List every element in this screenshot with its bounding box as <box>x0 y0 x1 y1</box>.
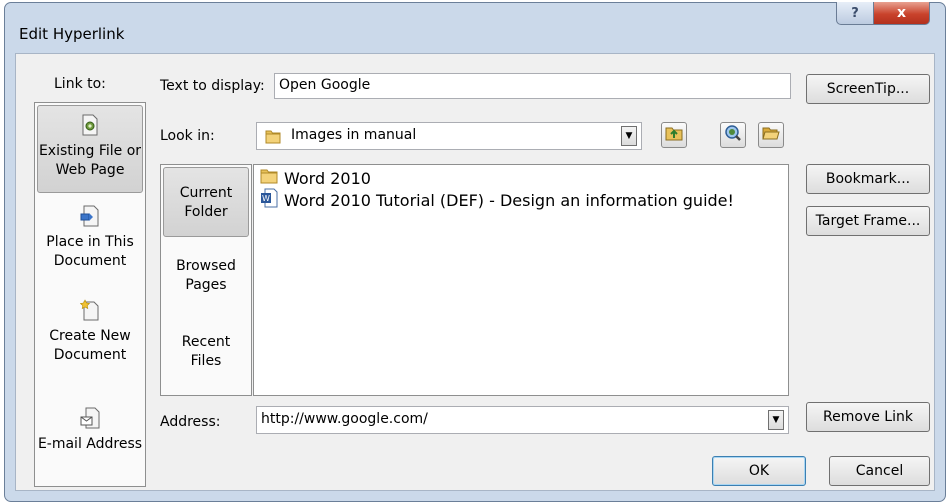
open-folder-icon <box>762 124 780 146</box>
address-dropdown-arrow[interactable]: ▼ <box>768 410 784 430</box>
link-to-email-address[interactable]: E-mail Address <box>37 403 143 463</box>
file-name: Word 2010 Tutorial (DEF) - Design an inf… <box>284 190 734 210</box>
address-value: http://www.google.com/ <box>261 411 428 427</box>
browse-web-button[interactable] <box>720 122 746 148</box>
file-name: Word 2010 <box>284 168 371 188</box>
close-button[interactable]: x <box>873 2 930 25</box>
link-to-existing-file-label2: Web Page <box>55 162 125 178</box>
look-in-label: Look in: <box>160 128 215 144</box>
up-one-folder-button[interactable] <box>661 122 687 148</box>
place-recent-files[interactable]: Recent Files <box>163 333 249 377</box>
help-button[interactable]: ? <box>836 2 874 25</box>
place-recent-files-label1: Recent <box>181 334 231 350</box>
place-in-document-icon <box>37 199 143 233</box>
bookmark-button[interactable]: Bookmark... <box>806 164 930 194</box>
text-to-display-input[interactable]: Open Google <box>274 73 791 99</box>
link-to-create-new-document-label2: Document <box>53 347 127 363</box>
link-to-create-new-document-label1: Create New <box>49 328 131 344</box>
address-input[interactable]: http://www.google.com/ ▼ <box>256 406 789 434</box>
place-current-folder[interactable]: Current Folder <box>163 167 249 237</box>
link-to-place-in-document-label2: Document <box>53 253 127 269</box>
place-current-folder-label1: Current <box>179 185 233 201</box>
browse-file-button[interactable] <box>758 122 784 148</box>
places-bar: Current Folder Browsed Pages Recent File… <box>160 164 252 396</box>
place-browsed-pages-label1: Browsed <box>176 258 236 274</box>
edit-hyperlink-dialog: Edit Hyperlink ? x Link to: Existing Fil… <box>4 2 946 502</box>
link-to-create-new-document[interactable]: Create New Document <box>37 293 143 373</box>
up-folder-icon <box>665 124 683 146</box>
link-to-place-in-document-label1: Place in This <box>46 234 134 250</box>
ok-button[interactable]: OK <box>712 456 806 486</box>
folder-icon <box>265 128 281 148</box>
link-to-existing-file[interactable]: Existing File or Web Page <box>37 105 143 193</box>
link-to-existing-file-label1: Existing File or <box>38 143 142 159</box>
target-frame-button[interactable]: Target Frame... <box>806 206 930 236</box>
browse-web-icon <box>724 124 742 146</box>
remove-link-button[interactable]: Remove Link <box>806 402 930 432</box>
place-browsed-pages-label2: Pages <box>185 277 227 293</box>
place-recent-files-label2: Files <box>190 353 222 369</box>
list-item[interactable]: Word 2010 <box>260 167 371 189</box>
place-current-folder-label2: Folder <box>184 204 228 220</box>
address-label: Address: <box>160 414 221 430</box>
link-to-place-in-document[interactable]: Place in This Document <box>37 199 143 279</box>
email-address-icon <box>37 403 143 435</box>
dialog-body: Link to: Existing File or Web Page Place… <box>15 53 935 491</box>
existing-file-icon <box>38 106 142 142</box>
look-in-dropdown-arrow[interactable]: ▼ <box>621 126 637 146</box>
list-item[interactable]: W Word 2010 Tutorial (DEF) - Design an i… <box>260 188 734 212</box>
look-in-value: Images in manual <box>291 127 417 143</box>
word-document-icon: W <box>260 188 278 212</box>
link-to-bar: Existing File or Web Page Place in This … <box>34 102 146 487</box>
file-list: Word 2010 W Word 2010 Tutorial (DEF) - D… <box>253 164 789 396</box>
link-to-email-address-label1: E-mail Address <box>37 436 143 452</box>
place-browsed-pages[interactable]: Browsed Pages <box>163 257 249 301</box>
look-in-dropdown[interactable]: Images in manual ▼ <box>256 122 642 150</box>
cancel-button[interactable]: Cancel <box>829 456 930 486</box>
svg-text:W: W <box>262 194 270 203</box>
dialog-title: Edit Hyperlink <box>19 25 125 43</box>
create-new-document-icon <box>37 293 143 327</box>
folder-icon <box>260 167 278 189</box>
text-to-display-label: Text to display: <box>160 78 265 94</box>
link-to-label: Link to: <box>54 76 106 92</box>
screentip-button[interactable]: ScreenTip... <box>806 74 930 104</box>
